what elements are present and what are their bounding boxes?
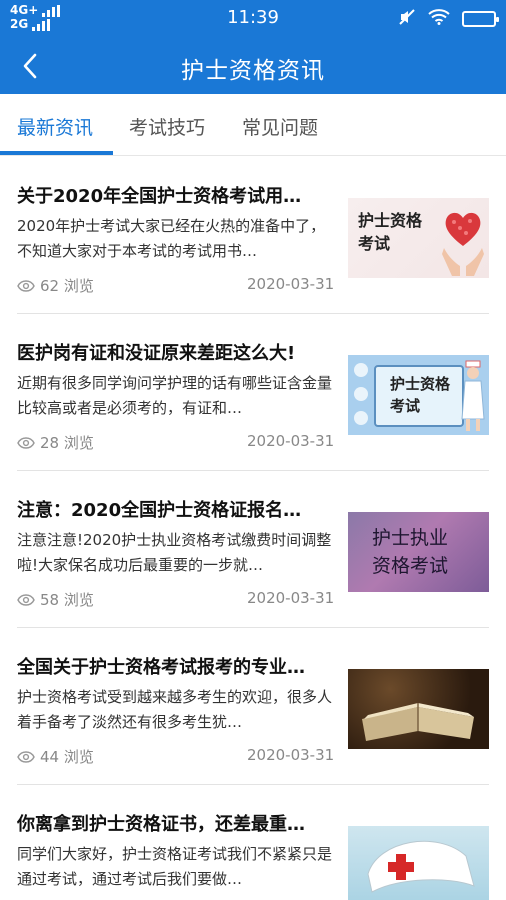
article-item[interactable]: 全国关于护士资格考试报考的专业… 护士资格考试受到越来越多考生的欢迎，很多人着手… xyxy=(0,628,506,785)
article-summary: 注意注意!2020护士执业资格考试缴费时间调整啦!大家保名成功后最重要的一步就… xyxy=(17,531,332,574)
view-count: 44 浏览 xyxy=(40,748,94,766)
status-bar: 4G+ 2G 11:39 xyxy=(0,0,506,38)
article-title: 你离拿到护士资格证书，还差最重… xyxy=(17,814,305,835)
battery-icon xyxy=(462,11,499,27)
view-count: 28 浏览 xyxy=(40,434,94,452)
article-item[interactable]: 你离拿到护士资格证书，还差最重… 同学们大家好，护士资格证考试我们不紧紧只是通过… xyxy=(0,785,506,900)
article-thumbnail: 护士资格 考试 xyxy=(348,355,489,435)
category-tabs: 最新资讯 考试技巧 常见问题 xyxy=(0,94,506,156)
article-views: 28 浏览 xyxy=(17,432,94,453)
article-summary: 2020年护士考试大家已经在火热的准备中了，不知道大家对于本考试的考试用书… xyxy=(17,217,326,260)
article-views: 58 浏览 xyxy=(17,589,94,610)
article-date: 2020-03-31 xyxy=(247,589,335,607)
article-date: 2020-03-31 xyxy=(247,275,335,293)
tab-faq[interactable]: 常见问题 xyxy=(242,113,318,140)
eye-icon xyxy=(17,593,35,606)
active-tab-indicator xyxy=(0,151,113,155)
article-item[interactable]: 关于2020年全国护士资格考试用… 2020年护士考试大家已经在火热的准备中了，… xyxy=(0,157,506,314)
paper-ring xyxy=(354,411,368,425)
open-book-icon xyxy=(362,703,474,741)
thumbnail-caption-line-1: 护士资格 xyxy=(390,375,451,393)
view-count: 62 浏览 xyxy=(40,277,94,295)
article-date: 2020-03-31 xyxy=(247,746,335,764)
mute-icon xyxy=(398,8,416,30)
article-date: 2020-03-31 xyxy=(247,432,335,450)
thumbnail-caption-line-1: 护士资格 xyxy=(358,211,423,230)
article-title: 全国关于护士资格考试报考的专业… xyxy=(17,657,305,678)
article-title: 注意：2020全国护士资格证报名… xyxy=(17,500,302,521)
tab-exam-tips[interactable]: 考试技巧 xyxy=(129,113,205,140)
thumbnail-caption-line-2: 考试 xyxy=(358,234,391,253)
eye-icon xyxy=(17,750,35,763)
article-summary: 近期有很多同学询问学护理的话有哪些证含金量比较高或者是必须考的，有证和… xyxy=(17,374,333,417)
article-title: 关于2020年全国护士资格考试用… xyxy=(17,186,302,207)
eye-icon xyxy=(17,436,35,449)
thumbnail-caption-line-2: 资格考试 xyxy=(372,555,449,577)
nurse-cap-icon xyxy=(367,840,475,893)
heart-in-hands-icon xyxy=(442,212,484,276)
article-list: 关于2020年全国护士资格考试用… 2020年护士考试大家已经在火热的准备中了，… xyxy=(0,157,506,900)
article-views: 44 浏览 xyxy=(17,746,94,767)
eye-icon xyxy=(17,279,35,292)
article-views: 62 浏览 xyxy=(17,275,94,296)
thumbnail-caption-line-2: 考试 xyxy=(390,397,421,415)
article-item[interactable]: 注意：2020全国护士资格证报名… 注意注意!2020护士执业资格考试缴费时间调… xyxy=(0,471,506,628)
nurse-figure-icon xyxy=(461,360,485,431)
article-thumbnail xyxy=(348,826,489,900)
article-item[interactable]: 医护岗有证和没证原来差距这么大! 近期有很多同学询问学护理的话有哪些证含金量比较… xyxy=(0,314,506,471)
article-thumbnail: 护士资格 考试 xyxy=(348,198,489,278)
article-summary: 同学们大家好，护士资格证考试我们不紧紧只是通过考试，通过考试后我们要做… xyxy=(17,845,333,888)
article-summary: 护士资格考试受到越来越多考生的欢迎，很多人着手备考了淡然还有很多考生犹… xyxy=(17,688,333,731)
article-title: 医护岗有证和没证原来差距这么大! xyxy=(17,343,296,364)
view-count: 58 浏览 xyxy=(40,591,94,609)
thumbnail-caption-line-1: 护士执业 xyxy=(372,527,449,549)
paper-ring xyxy=(354,387,368,401)
navigation-bar: 护士资格资讯 xyxy=(0,38,506,94)
article-thumbnail xyxy=(348,669,489,749)
paper-ring xyxy=(354,363,368,377)
article-thumbnail: 护士执业 资格考试 xyxy=(348,512,489,592)
page-title: 护士资格资讯 xyxy=(181,58,325,84)
tab-latest-news[interactable]: 最新资讯 xyxy=(17,113,93,140)
wifi-icon xyxy=(428,9,450,29)
